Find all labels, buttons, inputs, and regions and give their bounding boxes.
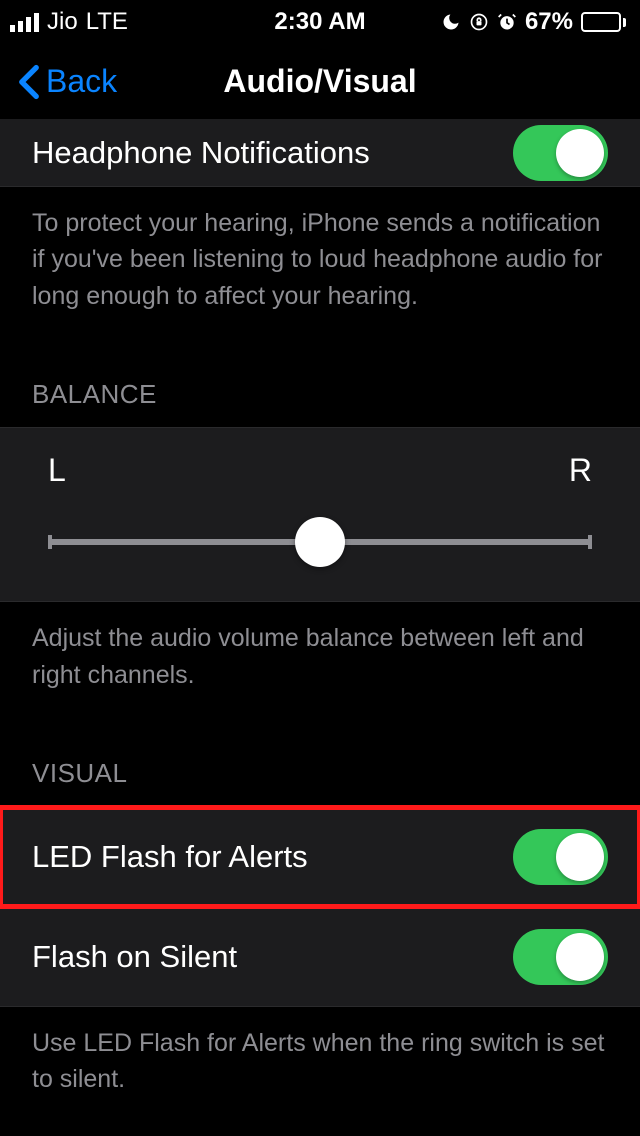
led-flash-for-alerts-toggle[interactable]	[513, 829, 608, 885]
do-not-disturb-icon	[441, 12, 461, 32]
network-type-label: LTE	[86, 8, 128, 36]
flash-on-silent-label: Flash on Silent	[32, 939, 237, 975]
back-button[interactable]: Back	[18, 63, 117, 100]
balance-row: L R	[0, 427, 640, 602]
chevron-left-icon	[18, 64, 40, 100]
headphone-notifications-toggle[interactable]	[513, 125, 608, 181]
balance-right-label: R	[569, 452, 592, 489]
balance-left-label: L	[48, 452, 66, 489]
navigation-bar: Back Audio/Visual	[0, 44, 640, 119]
balance-section-header: BALANCE	[0, 332, 640, 428]
flash-on-silent-row[interactable]: Flash on Silent	[0, 907, 640, 1007]
led-flash-for-alerts-label: LED Flash for Alerts	[32, 839, 308, 875]
status-bar: Jio LTE 2:30 AM 67%	[0, 0, 640, 44]
headphone-notifications-label: Headphone Notifications	[32, 135, 370, 171]
flash-on-silent-toggle[interactable]	[513, 929, 608, 985]
rotation-lock-icon	[469, 12, 489, 32]
led-flash-for-alerts-row[interactable]: LED Flash for Alerts	[0, 807, 640, 907]
balance-slider[interactable]	[48, 517, 592, 567]
balance-slider-thumb[interactable]	[295, 517, 345, 567]
visual-section-header: VISUAL	[0, 711, 640, 807]
signal-strength-icon	[10, 12, 39, 32]
headphone-notifications-row[interactable]: Headphone Notifications	[0, 119, 640, 187]
battery-percent-label: 67%	[525, 8, 573, 36]
balance-footer: Adjust the audio volume balance between …	[0, 602, 640, 711]
content-scroll[interactable]: Headphone Notifications To protect your …	[0, 119, 640, 1136]
headphone-notifications-footer: To protect your hearing, iPhone sends a …	[0, 187, 640, 332]
carrier-label: Jio	[47, 8, 78, 36]
visual-footer: Use LED Flash for Alerts when the ring s…	[0, 1007, 640, 1116]
screen: Jio LTE 2:30 AM 67% Back	[0, 0, 640, 1136]
battery-icon	[581, 12, 626, 32]
alarm-icon	[497, 12, 517, 32]
back-label: Back	[46, 63, 117, 100]
